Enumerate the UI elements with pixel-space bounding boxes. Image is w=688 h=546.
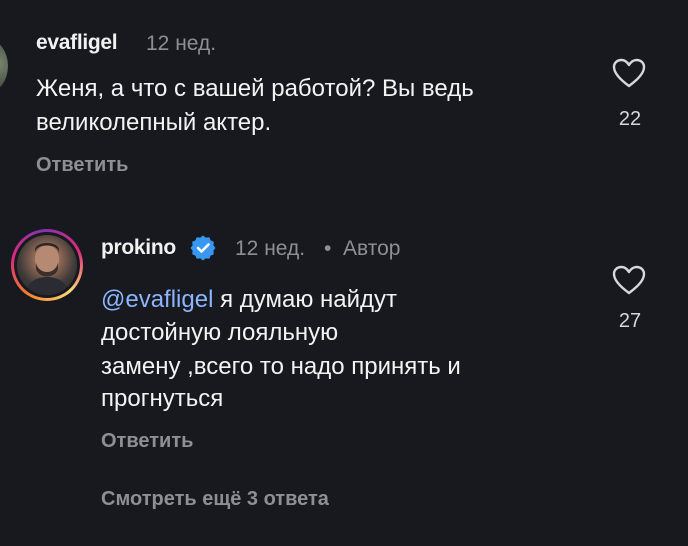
person-silhouette-icon [25, 243, 69, 295]
mention-link[interactable]: @evafligel [101, 286, 213, 313]
author-label: Автор [343, 237, 401, 260]
comment-text-line: @evafligel я думаю найдут [101, 283, 397, 317]
comment-timestamp: 12 нед. [146, 32, 217, 55]
heart-icon [612, 265, 646, 295]
view-more-replies-button[interactable]: Смотреть ещё 3 ответа [101, 488, 329, 511]
comment-text-line: замену ,всего то надо принять и [101, 353, 461, 380]
comment-username[interactable]: prokino [101, 236, 176, 260]
comment-text-line: прогнуться [101, 385, 224, 412]
comment-timestamp: 12 нед. [235, 237, 306, 260]
reply-button[interactable]: Ответить [101, 430, 193, 453]
like-button[interactable] [612, 265, 646, 300]
comments-screen: evafligel 12 нед. Женя, а что с вашей ра… [0, 0, 688, 546]
reply-button[interactable]: Ответить [36, 154, 128, 177]
avatar[interactable] [11, 229, 83, 301]
verified-icon [190, 235, 216, 261]
verified-badge [190, 235, 216, 266]
comment-text-line: достойную лояльную [101, 319, 339, 346]
comment-username[interactable]: evafligel [36, 31, 118, 55]
like-button[interactable] [612, 58, 646, 93]
like-count: 27 [618, 310, 642, 332]
comment-text-line: Женя, а что с вашей работой? Вы ведь [36, 75, 474, 102]
comment-text-fragment: я думаю найдут [213, 286, 398, 313]
like-count: 22 [618, 108, 642, 130]
heart-icon [612, 58, 646, 88]
comment-text-line: великолепный актер. [36, 109, 272, 136]
avatar[interactable] [0, 40, 8, 92]
avatar-photo [17, 235, 77, 295]
meta-separator: • [324, 237, 332, 260]
